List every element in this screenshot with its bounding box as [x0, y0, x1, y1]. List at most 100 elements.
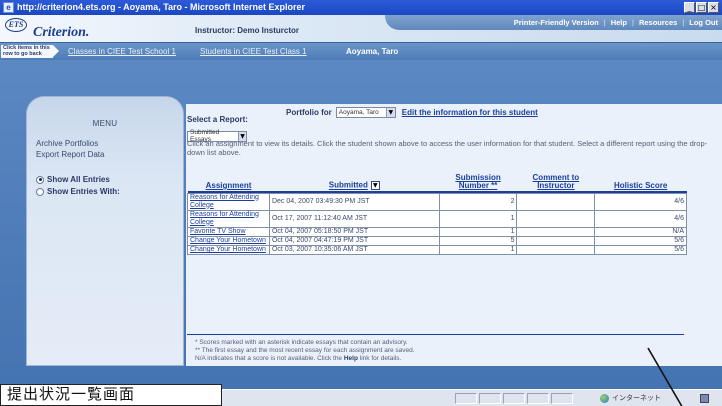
- assignment-cell: Favorite TV Show: [187, 226, 270, 237]
- assignment-link[interactable]: Change Your Hometown: [190, 246, 266, 253]
- instructions-text: Click an assignment to view its details.…: [187, 139, 708, 157]
- show-all-entries-label: Show All Entries: [47, 175, 110, 184]
- comment-cell: [516, 226, 596, 237]
- screen-caption: 提出状況一覧画面: [0, 384, 222, 406]
- comment-header[interactable]: Comment to Instructor: [517, 174, 595, 191]
- breadcrumb-classes-link[interactable]: Classes in CIEE Test School 1: [68, 47, 176, 56]
- minimize-button[interactable]: _: [684, 2, 695, 13]
- submission-number-cell: 2: [438, 192, 518, 211]
- top-links: Printer-Friendly Version | Help | Resour…: [385, 15, 722, 30]
- footnote-help-link[interactable]: Help: [344, 355, 358, 362]
- portfolio-row: Portfolio for Aoyama, Taro ▼ Edit the in…: [286, 107, 538, 118]
- footnote-na-tail: link for details.: [359, 355, 402, 362]
- submission-number-cell: 5: [438, 235, 518, 246]
- app-header: ETS Criterion. Instructor: Demo Insturct…: [0, 15, 722, 42]
- score-cell: N/A: [594, 226, 687, 237]
- separator: |: [631, 18, 634, 27]
- submitted-cell: Oct 04, 2007 05:18:50 PM JST: [268, 226, 440, 237]
- window-title-bar: e http://criterion4.ets.org - Aoyama, Ta…: [0, 0, 722, 15]
- edit-student-link[interactable]: Edit the information for this student: [402, 108, 538, 117]
- breadcrumb-hint: Click items in this row to go back: [1, 45, 53, 58]
- portfolio-label: Portfolio for: [286, 108, 332, 117]
- table-row: Favorite TV Show Oct 04, 2007 05:18:50 P…: [187, 226, 687, 237]
- close-button[interactable]: ×: [708, 2, 719, 13]
- separator: |: [603, 18, 606, 27]
- menu-title: MENU: [92, 119, 118, 128]
- resources-link[interactable]: Resources: [639, 18, 677, 27]
- footnotes: * Scores marked with an asterisk indicat…: [195, 339, 415, 363]
- logout-link[interactable]: Log Out: [689, 18, 718, 27]
- submission-number-cell: 1: [438, 226, 518, 237]
- student-select-value: Aoyama, Taro: [338, 109, 379, 116]
- submission-number-cell: 1: [438, 244, 518, 255]
- help-link[interactable]: Help: [611, 18, 627, 27]
- show-entries-with-option[interactable]: Show Entries With:: [36, 187, 120, 196]
- assignment-cell: Reasons for Attending College: [187, 209, 270, 228]
- maximize-button[interactable]: □: [696, 2, 707, 13]
- submitted-header[interactable]: Submitted ▼: [269, 174, 439, 191]
- table-row: Reasons for Attending College Oct 17, 20…: [187, 209, 687, 228]
- assignment-link[interactable]: Favorite TV Show: [190, 228, 246, 235]
- breadcrumb-students-link[interactable]: Students in CIEE Test Class 1: [200, 47, 307, 56]
- assignment-cell: Reasons for Attending College: [187, 192, 270, 211]
- assignment-cell: Change Your Hometown: [187, 244, 270, 255]
- assignment-link[interactable]: Reasons for Attending College: [190, 211, 259, 226]
- submitted-header-label[interactable]: Submitted: [329, 181, 368, 190]
- status-cell: [527, 393, 549, 404]
- show-all-entries-option[interactable]: Show All Entries: [36, 175, 110, 184]
- radio-selected-icon[interactable]: [36, 175, 44, 184]
- printer-friendly-link[interactable]: Printer-Friendly Version: [514, 18, 599, 27]
- assignment-header[interactable]: Assignment: [188, 174, 270, 191]
- ets-logo: ETS: [5, 18, 27, 32]
- sort-toggle-icon[interactable]: ▼: [370, 181, 380, 190]
- globe-icon: [600, 393, 609, 403]
- footnote-na-text: N/A indicates that a score is not availa…: [195, 355, 343, 362]
- radio-unselected-icon[interactable]: [36, 187, 44, 196]
- assignment-cell: Change Your Hometown: [187, 235, 270, 246]
- export-report-data-link[interactable]: Export Report Data: [36, 150, 104, 159]
- submissions-table: Assignment Submitted ▼ Submission Number …: [187, 174, 687, 255]
- comment-cell: [516, 192, 596, 211]
- table-row: Reasons for Attending College Dec 04, 20…: [187, 192, 687, 211]
- ie-page-icon: e: [3, 2, 14, 13]
- comment-cell: [516, 244, 596, 255]
- status-cell: [551, 393, 573, 404]
- show-entries-with-label: Show Entries With:: [47, 187, 120, 196]
- main-panel: Portfolio for Aoyama, Taro ▼ Edit the in…: [186, 104, 722, 366]
- table-header-row: Assignment Submitted ▼ Submission Number …: [188, 174, 687, 191]
- breadcrumb-current-student: Aoyama, Taro: [346, 47, 399, 56]
- sidebar-menu: MENU Archive Portfolios Export Report Da…: [26, 96, 184, 366]
- score-cell: 5/6: [594, 235, 687, 246]
- submission-number-cell: 1: [438, 209, 518, 228]
- notes-divider: [187, 334, 684, 335]
- table-row: Change Your Hometown Oct 03, 2007 10:35:…: [187, 244, 687, 255]
- status-cell: [479, 393, 501, 404]
- criterion-logo: Criterion.: [33, 25, 90, 40]
- footnote-asterisk: * Scores marked with an asterisk indicat…: [195, 339, 408, 346]
- submission-number-header[interactable]: Submission Number **: [439, 174, 517, 191]
- holistic-score-header[interactable]: Holistic Score: [595, 174, 687, 191]
- status-cell: [455, 393, 477, 404]
- status-cell: [503, 393, 525, 404]
- breadcrumb-arrow-icon: [53, 45, 59, 57]
- assignment-link[interactable]: Reasons for Attending College: [190, 194, 259, 209]
- pointer-line-icon: [647, 347, 683, 406]
- submitted-cell: Oct 03, 2007 10:35:06 AM JST: [268, 244, 440, 255]
- resize-grip-icon[interactable]: [700, 394, 709, 403]
- instructor-name: Instructor: Demo Insturctor: [195, 26, 300, 35]
- table-row: Change Your Hometown Oct 04, 2007 04:47:…: [187, 235, 687, 246]
- chevron-down-icon[interactable]: ▼: [385, 108, 395, 117]
- submitted-cell: Oct 17, 2007 11:12:40 AM JST: [268, 209, 440, 228]
- archive-portfolios-link[interactable]: Archive Portfolios: [36, 139, 98, 148]
- score-cell: 4/6: [594, 209, 687, 228]
- student-select[interactable]: Aoyama, Taro ▼: [335, 107, 396, 118]
- assignment-link[interactable]: Change Your Hometown: [190, 237, 266, 244]
- window-controls: _ □ ×: [684, 2, 719, 13]
- submitted-cell: Dec 04, 2007 03:49:30 PM JST: [268, 192, 440, 211]
- separator: |: [682, 18, 685, 27]
- select-report-label: Select a Report:: [187, 115, 248, 124]
- window-title: http://criterion4.ets.org - Aoyama, Taro…: [17, 2, 306, 12]
- score-cell: 4/6: [594, 192, 687, 211]
- score-cell: 5/6: [594, 244, 687, 255]
- breadcrumb: Click items in this row to go back Class…: [0, 42, 722, 60]
